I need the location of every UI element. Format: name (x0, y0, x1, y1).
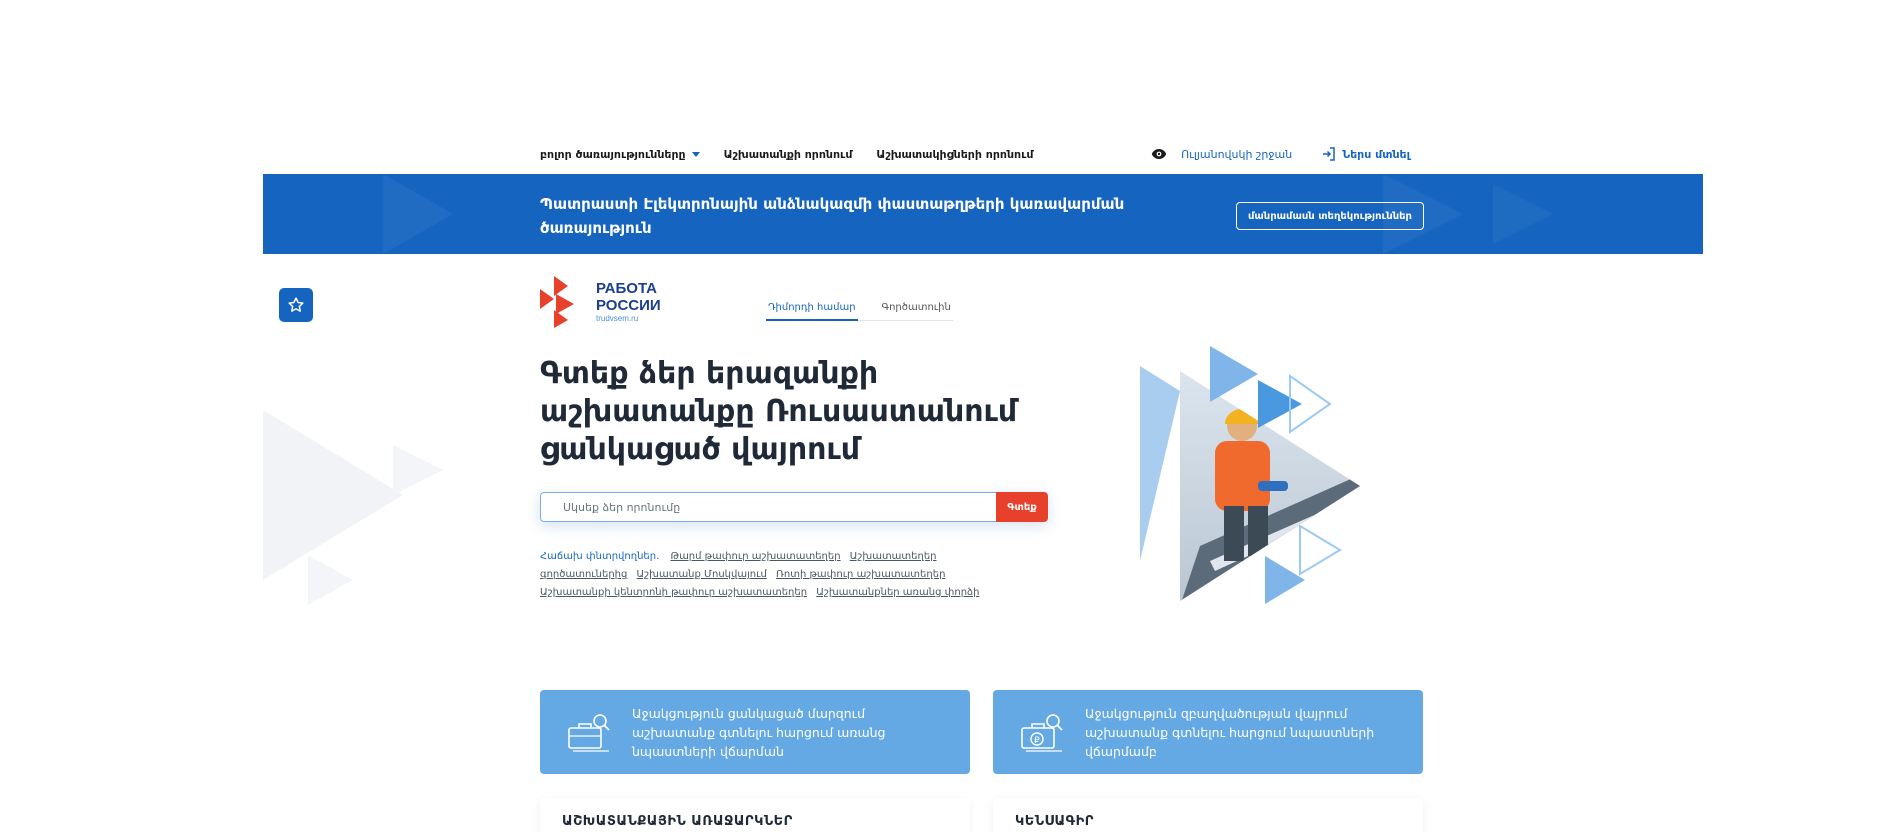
service-card-text: Աջակցություն զբաղվածության վայրում աշխատ… (1085, 705, 1375, 759)
page: բոլոր ծառայությունները Աշխատանքի որոնում… (0, 0, 1891, 832)
hero-illustration (1140, 346, 1360, 604)
background-decoration (263, 410, 443, 605)
popular-link[interactable]: Աշխատանք Մոսկվայում (637, 569, 767, 580)
chevron-down-icon (691, 151, 700, 157)
role-tabs: Դիմորդի համար Գործատուին (766, 302, 953, 321)
logo-line1: РАБОТА (596, 280, 658, 297)
star-icon (288, 297, 304, 312)
service-card-with-benefits[interactable]: ₽ Աջակցություն զբաղվածության վայրում աշխ… (993, 690, 1423, 774)
resume-card-title: ԿԵՆՍԱԳԻՐ (1015, 814, 1094, 829)
logo[interactable]: РАБОТА РОССИИ trudvsem.ru (540, 276, 680, 328)
logo-mark-icon (540, 276, 574, 328)
login-icon (1323, 147, 1335, 161)
popular-link[interactable]: Աշխատանքի կենտրոնի թափուր աշխատատեղեր (540, 587, 807, 598)
resume-card[interactable]: ԿԵՆՍԱԳԻՐ (993, 798, 1423, 832)
top-nav: բոլոր ծառայությունները Աշխատանքի որոնում… (540, 140, 1410, 168)
popular-searches-label: Հաճախ փնտրվողներ. (540, 551, 660, 562)
hero-title: Գտեք ձեր երազանքի աշխատանքը Ռուսաստանում… (540, 356, 1018, 467)
region-label: Ուլյանովսկի շրջան (1181, 147, 1293, 161)
eye-icon (1151, 149, 1167, 159)
search-input[interactable]: Սկսեք ձեր որոնումը (540, 492, 996, 522)
popular-link[interactable]: Թարմ թափուր աշխատատեղեր (670, 551, 840, 562)
search-bar: Սկսեք ձեր որոնումը Գտեք (540, 492, 1048, 522)
nav-employee-search-link[interactable]: Աշխատակիցների որոնում (876, 148, 1033, 161)
promo-banner: Պատրաստի Էլեկտրոնային անձնակազմի փաստաթղ… (263, 174, 1703, 254)
popular-link[interactable]: Ռոտի թափուր աշխատատեղեր (776, 569, 945, 580)
svg-text:₽: ₽ (1034, 736, 1040, 746)
popular-link[interactable]: Աշխատանքներ առանց փորձի (816, 587, 979, 598)
login-label: Ներս մտնել (1342, 147, 1410, 161)
all-services-label: բոլոր ծառայությունները (540, 147, 686, 161)
tab-employer[interactable]: Գործատուին (880, 302, 953, 320)
region-selector[interactable]: Ուլյանովսկի շրջան (1151, 148, 1292, 161)
briefcase-ruble-icon: ₽ (1013, 712, 1073, 752)
vacancies-card[interactable]: ԱՇԽԱՏԱՆՔԱՅԻՆ ԱՌԱՋԱՐԿՆԵՐ (540, 798, 970, 832)
service-card-text: Աջակցություն ցանկացած մարզում աշխատանք գ… (632, 705, 886, 759)
favorites-button[interactable] (279, 288, 313, 322)
banner-title: Պատրաստի Էլեկտրոնային անձնակազմի փաստաթղ… (540, 195, 1125, 237)
service-card-no-benefits[interactable]: Աջակցություն ցանկացած մարզում աշխատանք գ… (540, 690, 970, 774)
vacancies-card-title: ԱՇԽԱՏԱՆՔԱՅԻՆ ԱՌԱՋԱՐԿՆԵՐ (562, 814, 793, 829)
briefcase-search-icon (560, 712, 620, 752)
tab-applicant[interactable]: Դիմորդի համար (766, 302, 858, 321)
popular-searches: Հաճախ փնտրվողներ. Թարմ թափուր աշխատատեղե… (540, 548, 1010, 602)
logo-domain: trudvsem.ru (596, 314, 639, 323)
login-link[interactable]: Ներս մտնել (1322, 147, 1410, 161)
search-button[interactable]: Գտեք (996, 492, 1048, 522)
logo-line2: РОССИИ (596, 297, 661, 314)
all-services-dropdown[interactable]: բոլոր ծառայությունները (540, 148, 700, 161)
nav-job-search-link[interactable]: Աշխատանքի որոնում (724, 148, 853, 161)
more-info-button[interactable]: մանրամասն տեղեկություններ (1236, 202, 1424, 230)
